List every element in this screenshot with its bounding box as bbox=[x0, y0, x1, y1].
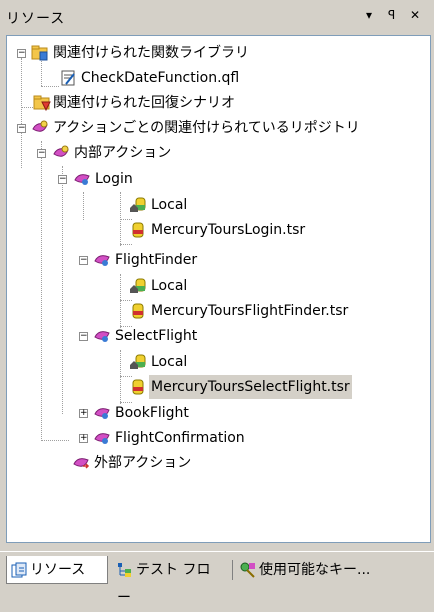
shared-repository-icon bbox=[132, 222, 144, 238]
tree-node-action-flightconfirmation[interactable]: + FlightConfirmation bbox=[7, 426, 427, 450]
tree-node-label: BookFlight bbox=[115, 405, 189, 421]
collapse-toggle[interactable]: − bbox=[58, 175, 67, 184]
tree-node-function-libraries[interactable]: − 関連付けられた関数ライブラリ bbox=[7, 41, 427, 65]
tree-node-label: MercuryToursSelectFlight.tsr bbox=[149, 375, 352, 399]
local-repository-icon bbox=[130, 197, 146, 212]
external-action-icon bbox=[73, 458, 90, 469]
panel-title-bar: リソース ▾ ꟼ ✕ bbox=[0, 0, 434, 32]
tree-node-repository-file[interactable]: MercuryToursFlightFinder.tsr bbox=[7, 299, 427, 323]
tree-node-label: 内部アクション bbox=[74, 145, 172, 161]
expand-toggle[interactable]: + bbox=[79, 434, 88, 443]
tree-node-external-actions[interactable]: 外部アクション bbox=[7, 451, 427, 475]
collapse-toggle[interactable]: − bbox=[79, 256, 88, 265]
tab-label: 使用可能なキー... bbox=[259, 562, 371, 578]
action-icon bbox=[94, 255, 110, 266]
tree-node-label: 関連付けられた回復シナリオ bbox=[53, 95, 235, 111]
tree-node-label: MercuryToursLogin.tsr bbox=[151, 222, 306, 238]
tree-node-repository-file[interactable]: MercuryToursLogin.tsr bbox=[7, 218, 427, 242]
resource-tree[interactable]: − 関連付けられた関数ライブラリ CheckDateFunction.qfl 関… bbox=[6, 35, 431, 543]
tree-node-label: SelectFlight bbox=[115, 328, 198, 344]
tree-node-local-repository[interactable]: Local bbox=[7, 193, 427, 217]
action-icon bbox=[74, 174, 90, 185]
local-repository-icon bbox=[130, 354, 146, 369]
tree-node-action-login[interactable]: − Login bbox=[7, 167, 427, 191]
close-icon[interactable]: ✕ bbox=[410, 8, 420, 22]
panel-title: リソース bbox=[6, 11, 66, 27]
tree-node-repository-file-selected[interactable]: MercuryToursSelectFlight.tsr bbox=[7, 375, 427, 399]
tree-node-internal-actions[interactable]: − 内部アクション bbox=[7, 141, 427, 165]
function-library-file-icon bbox=[61, 70, 75, 86]
local-repository-icon bbox=[130, 278, 146, 293]
folder-recovery-icon bbox=[33, 95, 51, 112]
tab-separator bbox=[232, 560, 233, 580]
test-flow-icon bbox=[118, 563, 131, 577]
tree-node-local-repository[interactable]: Local bbox=[7, 274, 427, 298]
tree-node-action-flightfinder[interactable]: − FlightFinder bbox=[7, 248, 427, 272]
folder-library-icon bbox=[31, 45, 48, 61]
pin-icon[interactable]: ꟼ bbox=[388, 8, 395, 22]
collapse-toggle[interactable]: − bbox=[17, 124, 26, 133]
shared-repository-icon bbox=[132, 303, 144, 319]
tree-node-recovery-scenarios[interactable]: 関連付けられた回復シナリオ bbox=[7, 91, 427, 115]
resources-icon bbox=[11, 562, 27, 578]
tree-connector bbox=[120, 244, 132, 245]
collapse-toggle[interactable]: − bbox=[17, 49, 26, 58]
collapse-toggle[interactable]: − bbox=[79, 332, 88, 341]
tree-node-label: Local bbox=[151, 354, 188, 370]
tree-node-label: CheckDateFunction.qfl bbox=[81, 70, 240, 86]
tree-node-local-repository[interactable]: Local bbox=[7, 350, 427, 374]
tree-node-label: Login bbox=[95, 171, 133, 187]
actions-icon bbox=[53, 145, 69, 157]
tab-label: リソース bbox=[30, 562, 86, 578]
tree-node-label: Local bbox=[151, 278, 188, 294]
tab-available-keywords[interactable]: 使用可能なキー... bbox=[236, 556, 432, 584]
tree-node-repositories[interactable]: − アクションごとの関連付けられているリポジトリ bbox=[7, 116, 427, 140]
panel-tab-strip: リソース テスト フロー 使用可能なキー... bbox=[0, 551, 434, 606]
tree-node-label: アクションごとの関連付けられているリポジトリ bbox=[53, 120, 360, 136]
tree-node-action-bookflight[interactable]: + BookFlight bbox=[7, 401, 427, 425]
tree-node-label: 関連付けられた関数ライブラリ bbox=[53, 45, 249, 61]
tree-node-label: MercuryToursFlightFinder.tsr bbox=[151, 303, 349, 319]
tree-node-label: Local bbox=[151, 197, 188, 213]
tree-node-checkdatefunction[interactable]: CheckDateFunction.qfl bbox=[7, 66, 427, 90]
action-icon bbox=[94, 408, 110, 419]
tree-node-label: FlightConfirmation bbox=[115, 430, 245, 446]
tree-node-label: 外部アクション bbox=[94, 455, 192, 471]
tab-test-flow[interactable]: テスト フロー bbox=[113, 556, 228, 606]
tab-resources[interactable]: リソース bbox=[6, 556, 108, 584]
tree-node-action-selectflight[interactable]: − SelectFlight bbox=[7, 324, 427, 348]
shared-repository-icon bbox=[132, 379, 144, 395]
dropdown-icon[interactable]: ▾ bbox=[366, 8, 372, 22]
keywords-icon bbox=[240, 562, 255, 578]
expand-toggle[interactable]: + bbox=[79, 409, 88, 418]
action-icon bbox=[94, 331, 110, 342]
action-icon bbox=[94, 433, 110, 444]
collapse-toggle[interactable]: − bbox=[37, 149, 46, 158]
tree-node-label: FlightFinder bbox=[115, 252, 198, 268]
actions-icon bbox=[32, 120, 48, 132]
